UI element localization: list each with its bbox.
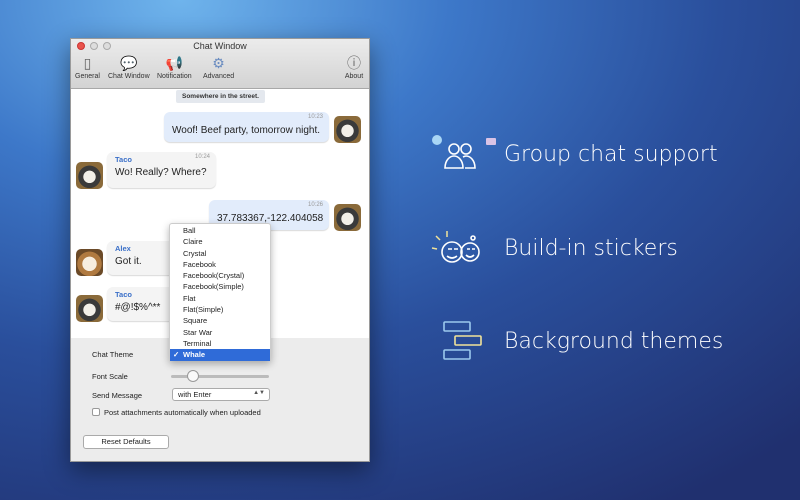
theme-option[interactable]: ✓ Whale xyxy=(170,349,270,361)
theme-option[interactable]: Flat(Simple) xyxy=(170,304,270,315)
tab-general[interactable]: ▯ General xyxy=(75,53,100,81)
option-label: Flat(Simple) xyxy=(183,305,224,315)
option-label: Ball xyxy=(183,226,196,235)
option-label: Terminal xyxy=(183,338,212,348)
window-title: Chat Window xyxy=(193,41,247,51)
option-label: Flat xyxy=(183,293,196,303)
stickers-icon xyxy=(431,231,480,263)
theme-option[interactable]: Ball xyxy=(170,225,270,236)
chat-theme-label: Chat Theme xyxy=(92,350,134,359)
theme-option[interactable]: Crystal xyxy=(170,248,270,259)
group-chat-icon xyxy=(432,135,496,169)
feature-label: Group chat support xyxy=(504,141,718,167)
message-bubble: Alex Got it. xyxy=(107,241,177,275)
option-label: Square xyxy=(183,316,208,326)
message-time: 10:24 xyxy=(194,154,210,160)
font-scale-slider[interactable] xyxy=(171,370,269,382)
option-label: Facebook(Crystal) xyxy=(183,271,245,281)
option-label: Whale xyxy=(183,350,206,360)
tab-notification[interactable]: 📢 Notification xyxy=(157,53,192,81)
theme-option[interactable]: Square xyxy=(170,315,270,326)
chat-theme-menu[interactable]: Ball Claire Crystal Facebook Facebook(Crysta… xyxy=(169,223,271,361)
feature-label: Build-in stickers xyxy=(504,235,678,261)
location-note: Somewhere in the street. xyxy=(176,90,265,103)
feature-stickers: Build-in stickers xyxy=(430,226,678,270)
message-text: Woof! Beef party, tomorrow night. xyxy=(172,125,321,136)
feature-themes: Background themes xyxy=(430,319,723,363)
chat-bubble-icon: 💬 xyxy=(120,54,138,71)
info-icon: ⓘ xyxy=(347,55,361,71)
select-value: with Enter xyxy=(178,390,212,399)
theme-option[interactable]: Facebook(Crystal) xyxy=(170,270,270,281)
option-label: Facebook xyxy=(183,259,216,269)
avatar xyxy=(76,249,103,276)
message-bubble: 10:23 Woof! Beef party, tomorrow night. xyxy=(164,112,329,142)
option-label: Crystal xyxy=(183,248,207,258)
option-label: Claire xyxy=(183,237,203,247)
preferences-window: Chat Window ▯ General 💬 Chat Window 📢 Notif… xyxy=(70,38,370,462)
message-text: Wo! Really? Where? xyxy=(115,167,207,178)
message-text: #@!$%^** xyxy=(115,302,161,313)
gear-icon: ⚙ xyxy=(212,54,225,71)
updown-arrow-icon: ▲▼ xyxy=(253,390,265,396)
message-bubble: Taco #@!$%^** xyxy=(107,287,177,321)
tab-label: About xyxy=(344,73,364,80)
avatar xyxy=(334,204,361,231)
avatar xyxy=(334,116,361,143)
message-bubble: 10:24 Taco Wo! Really? Where? xyxy=(107,152,216,188)
feature-group-chat: Group chat support xyxy=(430,132,718,176)
switch-icon: ▯ xyxy=(83,54,92,71)
tab-chat-window[interactable]: 💬 Chat Window xyxy=(108,53,150,81)
message-text: Got it. xyxy=(115,256,142,267)
theme-option[interactable]: Facebook xyxy=(170,259,270,270)
tab-label: Chat Window xyxy=(108,73,150,80)
avatar xyxy=(76,295,103,322)
post-attachments-label: Post attachments automatically when uplo… xyxy=(104,408,261,417)
tab-label: Advanced xyxy=(203,73,235,80)
post-attachments-checkbox[interactable] xyxy=(92,408,100,416)
theme-option[interactable]: Facebook(Simple) xyxy=(170,281,270,292)
tab-advanced[interactable]: ⚙ Advanced xyxy=(203,53,235,81)
feature-label: Background themes xyxy=(504,328,724,354)
theme-option[interactable]: Flat xyxy=(170,293,270,304)
option-label: Star War xyxy=(183,327,213,337)
theme-option[interactable]: Claire xyxy=(170,236,270,247)
chat-bubbles-icon xyxy=(443,321,482,360)
title-bar: Chat Window ▯ General 💬 Chat Window 📢 Notif… xyxy=(71,39,369,89)
sender-name: Taco xyxy=(115,290,132,299)
checkmark-icon: ✓ xyxy=(173,350,180,360)
font-scale-label: Font Scale xyxy=(92,372,128,381)
option-label: Facebook(Simple) xyxy=(183,282,244,292)
megaphone-icon: 📢 xyxy=(165,54,184,71)
theme-option[interactable]: Star War xyxy=(170,327,270,338)
slider-knob[interactable] xyxy=(186,370,199,382)
tab-label: Notification xyxy=(157,73,192,80)
send-message-label: Send Message xyxy=(92,391,143,400)
message-time: 10:26 xyxy=(307,202,323,208)
avatar xyxy=(76,162,103,189)
tab-label: General xyxy=(75,73,100,80)
reset-defaults-button[interactable]: Reset Defaults xyxy=(83,435,169,449)
send-message-select[interactable]: with Enter ▲▼ xyxy=(172,388,270,401)
tab-about[interactable]: ⓘ About xyxy=(343,53,365,80)
theme-option[interactable]: Terminal xyxy=(170,338,270,349)
sender-name: Alex xyxy=(115,244,131,253)
message-time: 10:23 xyxy=(307,114,323,120)
